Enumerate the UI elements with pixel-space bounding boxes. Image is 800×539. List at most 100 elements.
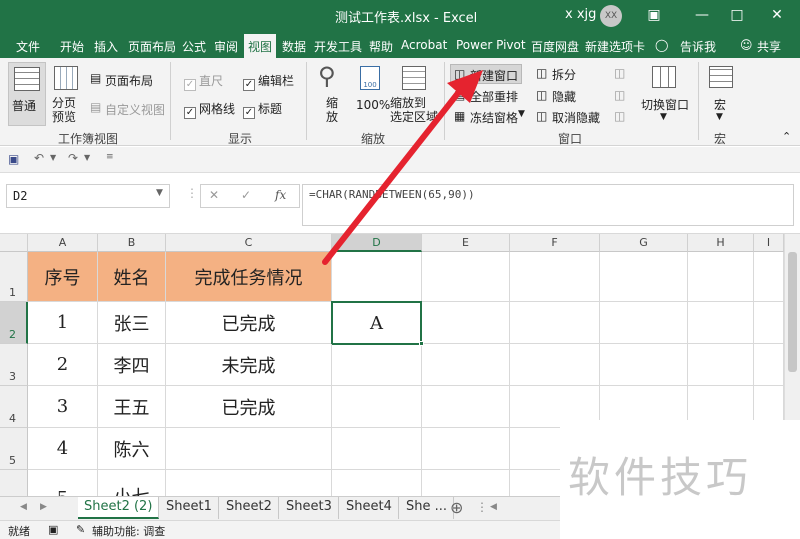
cell-c4[interactable]: 已完成 bbox=[166, 386, 332, 428]
cell-d5[interactable] bbox=[332, 428, 422, 470]
tab-baidu[interactable]: 百度网盘 bbox=[531, 38, 579, 55]
close-icon[interactable]: ✕ bbox=[765, 4, 789, 26]
arrange-all-icon[interactable]: ▤ bbox=[454, 88, 465, 102]
freeze-panes-icon[interactable]: ▦ bbox=[454, 109, 465, 123]
tab-more[interactable]: She ... bbox=[400, 497, 455, 519]
collapse-ribbon-icon[interactable]: ⌃ bbox=[782, 130, 791, 143]
zoom-100-button[interactable]: 100 100% bbox=[354, 62, 390, 126]
select-all-corner[interactable] bbox=[0, 234, 28, 252]
hide-button[interactable]: 隐藏 bbox=[552, 88, 576, 105]
headings-checkbox[interactable]: ✓ 标题 bbox=[243, 100, 282, 119]
name-box-dropdown-icon[interactable]: ▼ bbox=[156, 188, 163, 198]
share-button[interactable]: 共享 bbox=[757, 38, 781, 55]
cell-b4[interactable]: 王五 bbox=[98, 386, 166, 428]
tab-sheet2-copy[interactable]: Sheet2 (2) bbox=[78, 497, 160, 519]
cell-c3[interactable]: 未完成 bbox=[166, 344, 332, 386]
cell-e5[interactable] bbox=[422, 428, 510, 470]
cell-d3[interactable] bbox=[332, 344, 422, 386]
cell-e1[interactable] bbox=[422, 252, 510, 302]
tab-insert[interactable]: 插入 bbox=[94, 38, 118, 55]
redo-icon[interactable]: ↷ bbox=[68, 151, 78, 165]
cell-a6[interactable]: 5 bbox=[28, 470, 98, 496]
tab-file[interactable]: 文件 bbox=[16, 38, 40, 55]
tab-new[interactable]: 新建选项卡 bbox=[585, 38, 645, 55]
accessibility-status[interactable]: 辅助功能: 调查 bbox=[92, 523, 165, 539]
scroll-left-icon[interactable]: ◀ bbox=[490, 502, 497, 512]
page-layout-button[interactable]: 页面布局 bbox=[105, 72, 153, 89]
column-header-e[interactable]: E bbox=[422, 234, 510, 252]
row-header-5[interactable]: 5 bbox=[0, 428, 28, 470]
tell-me[interactable]: 告诉我 bbox=[680, 38, 716, 55]
column-header-h[interactable]: H bbox=[688, 234, 754, 252]
cell-c2[interactable]: 已完成 bbox=[166, 302, 332, 344]
prev-sheet-icon[interactable]: ◀ bbox=[20, 502, 27, 512]
cell-h3[interactable] bbox=[688, 344, 754, 386]
unhide-button[interactable]: 取消隐藏 bbox=[552, 109, 600, 126]
cell-d1[interactable] bbox=[332, 252, 422, 302]
tab-sheet1[interactable]: Sheet1 bbox=[160, 497, 219, 519]
cell-f3[interactable] bbox=[510, 344, 600, 386]
row-header-6[interactable] bbox=[0, 470, 28, 496]
tab-power-pivot[interactable]: Power Pivot bbox=[456, 38, 526, 52]
zoom-to-selection-button[interactable]: 缩放到 选定区域 bbox=[390, 62, 438, 126]
lightbulb-icon[interactable]: ◯ bbox=[655, 38, 668, 52]
column-header-b[interactable]: B bbox=[98, 234, 166, 252]
cell-a2[interactable]: 1 bbox=[28, 302, 98, 344]
cell-i1[interactable] bbox=[754, 252, 784, 302]
hide-icon[interactable]: ◫ bbox=[536, 88, 547, 102]
redo-dropdown-icon[interactable]: ▼ bbox=[84, 153, 90, 162]
row-header-3[interactable]: 3 bbox=[0, 344, 28, 386]
avatar[interactable]: XX bbox=[600, 5, 622, 27]
scrollbar-thumb[interactable] bbox=[788, 252, 797, 372]
row-header-4[interactable]: 4 bbox=[0, 386, 28, 428]
cell-b2[interactable]: 张三 bbox=[98, 302, 166, 344]
cell-e6[interactable] bbox=[422, 470, 510, 496]
tab-formulas[interactable]: 公式 bbox=[182, 38, 206, 55]
save-icon[interactable]: ▣ bbox=[8, 152, 19, 166]
share-icon[interactable]: ☺ bbox=[740, 38, 753, 52]
column-header-a[interactable]: A bbox=[28, 234, 98, 252]
cell-d4[interactable] bbox=[332, 386, 422, 428]
normal-view-button[interactable]: 普通 bbox=[8, 62, 46, 126]
zoom-button[interactable]: ⚲ 缩 放 bbox=[316, 62, 348, 126]
row-header-1[interactable]: 1 bbox=[0, 252, 28, 302]
cell-b1[interactable]: 姓名 bbox=[98, 252, 166, 302]
cell-d2-selected[interactable]: A bbox=[331, 301, 422, 345]
tab-acrobat[interactable]: Acrobat bbox=[401, 38, 447, 52]
tab-sheet4[interactable]: Sheet4 bbox=[340, 497, 399, 519]
cell-g1[interactable] bbox=[600, 252, 688, 302]
freeze-panes-button[interactable]: 冻结窗格 bbox=[470, 109, 518, 126]
cell-g3[interactable] bbox=[600, 344, 688, 386]
cell-a4[interactable]: 3 bbox=[28, 386, 98, 428]
cell-b6[interactable]: 小七 bbox=[98, 470, 166, 496]
unhide-icon[interactable]: ◫ bbox=[536, 109, 547, 123]
minimize-icon[interactable]: — bbox=[690, 4, 714, 26]
cell-a3[interactable]: 2 bbox=[28, 344, 98, 386]
page-break-preview-button[interactable]: 分页 预览 bbox=[50, 62, 82, 126]
user-name[interactable]: x xjg bbox=[565, 7, 596, 22]
cell-a5[interactable]: 4 bbox=[28, 428, 98, 470]
cancel-icon[interactable]: ✕ bbox=[209, 188, 219, 202]
tab-developer[interactable]: 开发工具 bbox=[314, 38, 362, 55]
insert-function-icon[interactable]: fx bbox=[275, 188, 286, 202]
cell-f1[interactable] bbox=[510, 252, 600, 302]
formula-bar-checkbox[interactable]: ✓ 编辑栏 bbox=[243, 72, 294, 91]
cell-i3[interactable] bbox=[754, 344, 784, 386]
undo-dropdown-icon[interactable]: ▼ bbox=[50, 153, 56, 162]
cell-c6[interactable] bbox=[166, 470, 332, 496]
row-header-2[interactable]: 2 bbox=[0, 302, 28, 344]
switch-windows-button[interactable]: 切换窗口 ▼ bbox=[638, 62, 692, 126]
cell-c5[interactable] bbox=[166, 428, 332, 470]
fill-handle[interactable] bbox=[419, 341, 424, 346]
tab-sheet2[interactable]: Sheet2 bbox=[220, 497, 279, 519]
column-header-f[interactable]: F bbox=[510, 234, 600, 252]
add-sheet-icon[interactable]: ⊕ bbox=[450, 498, 463, 517]
page-layout-icon[interactable]: ▤ bbox=[90, 71, 101, 85]
macros-button[interactable]: 宏 ▼ bbox=[704, 62, 738, 126]
arrange-all-button[interactable]: 全部重排 bbox=[470, 88, 518, 105]
enter-icon[interactable]: ✓ bbox=[241, 188, 251, 202]
cell-i2[interactable] bbox=[754, 302, 784, 344]
undo-icon[interactable]: ↶ bbox=[34, 151, 44, 165]
ribbon-display-icon[interactable]: ▣ bbox=[642, 4, 666, 26]
cell-c1[interactable]: 完成任务情况 bbox=[166, 252, 332, 302]
